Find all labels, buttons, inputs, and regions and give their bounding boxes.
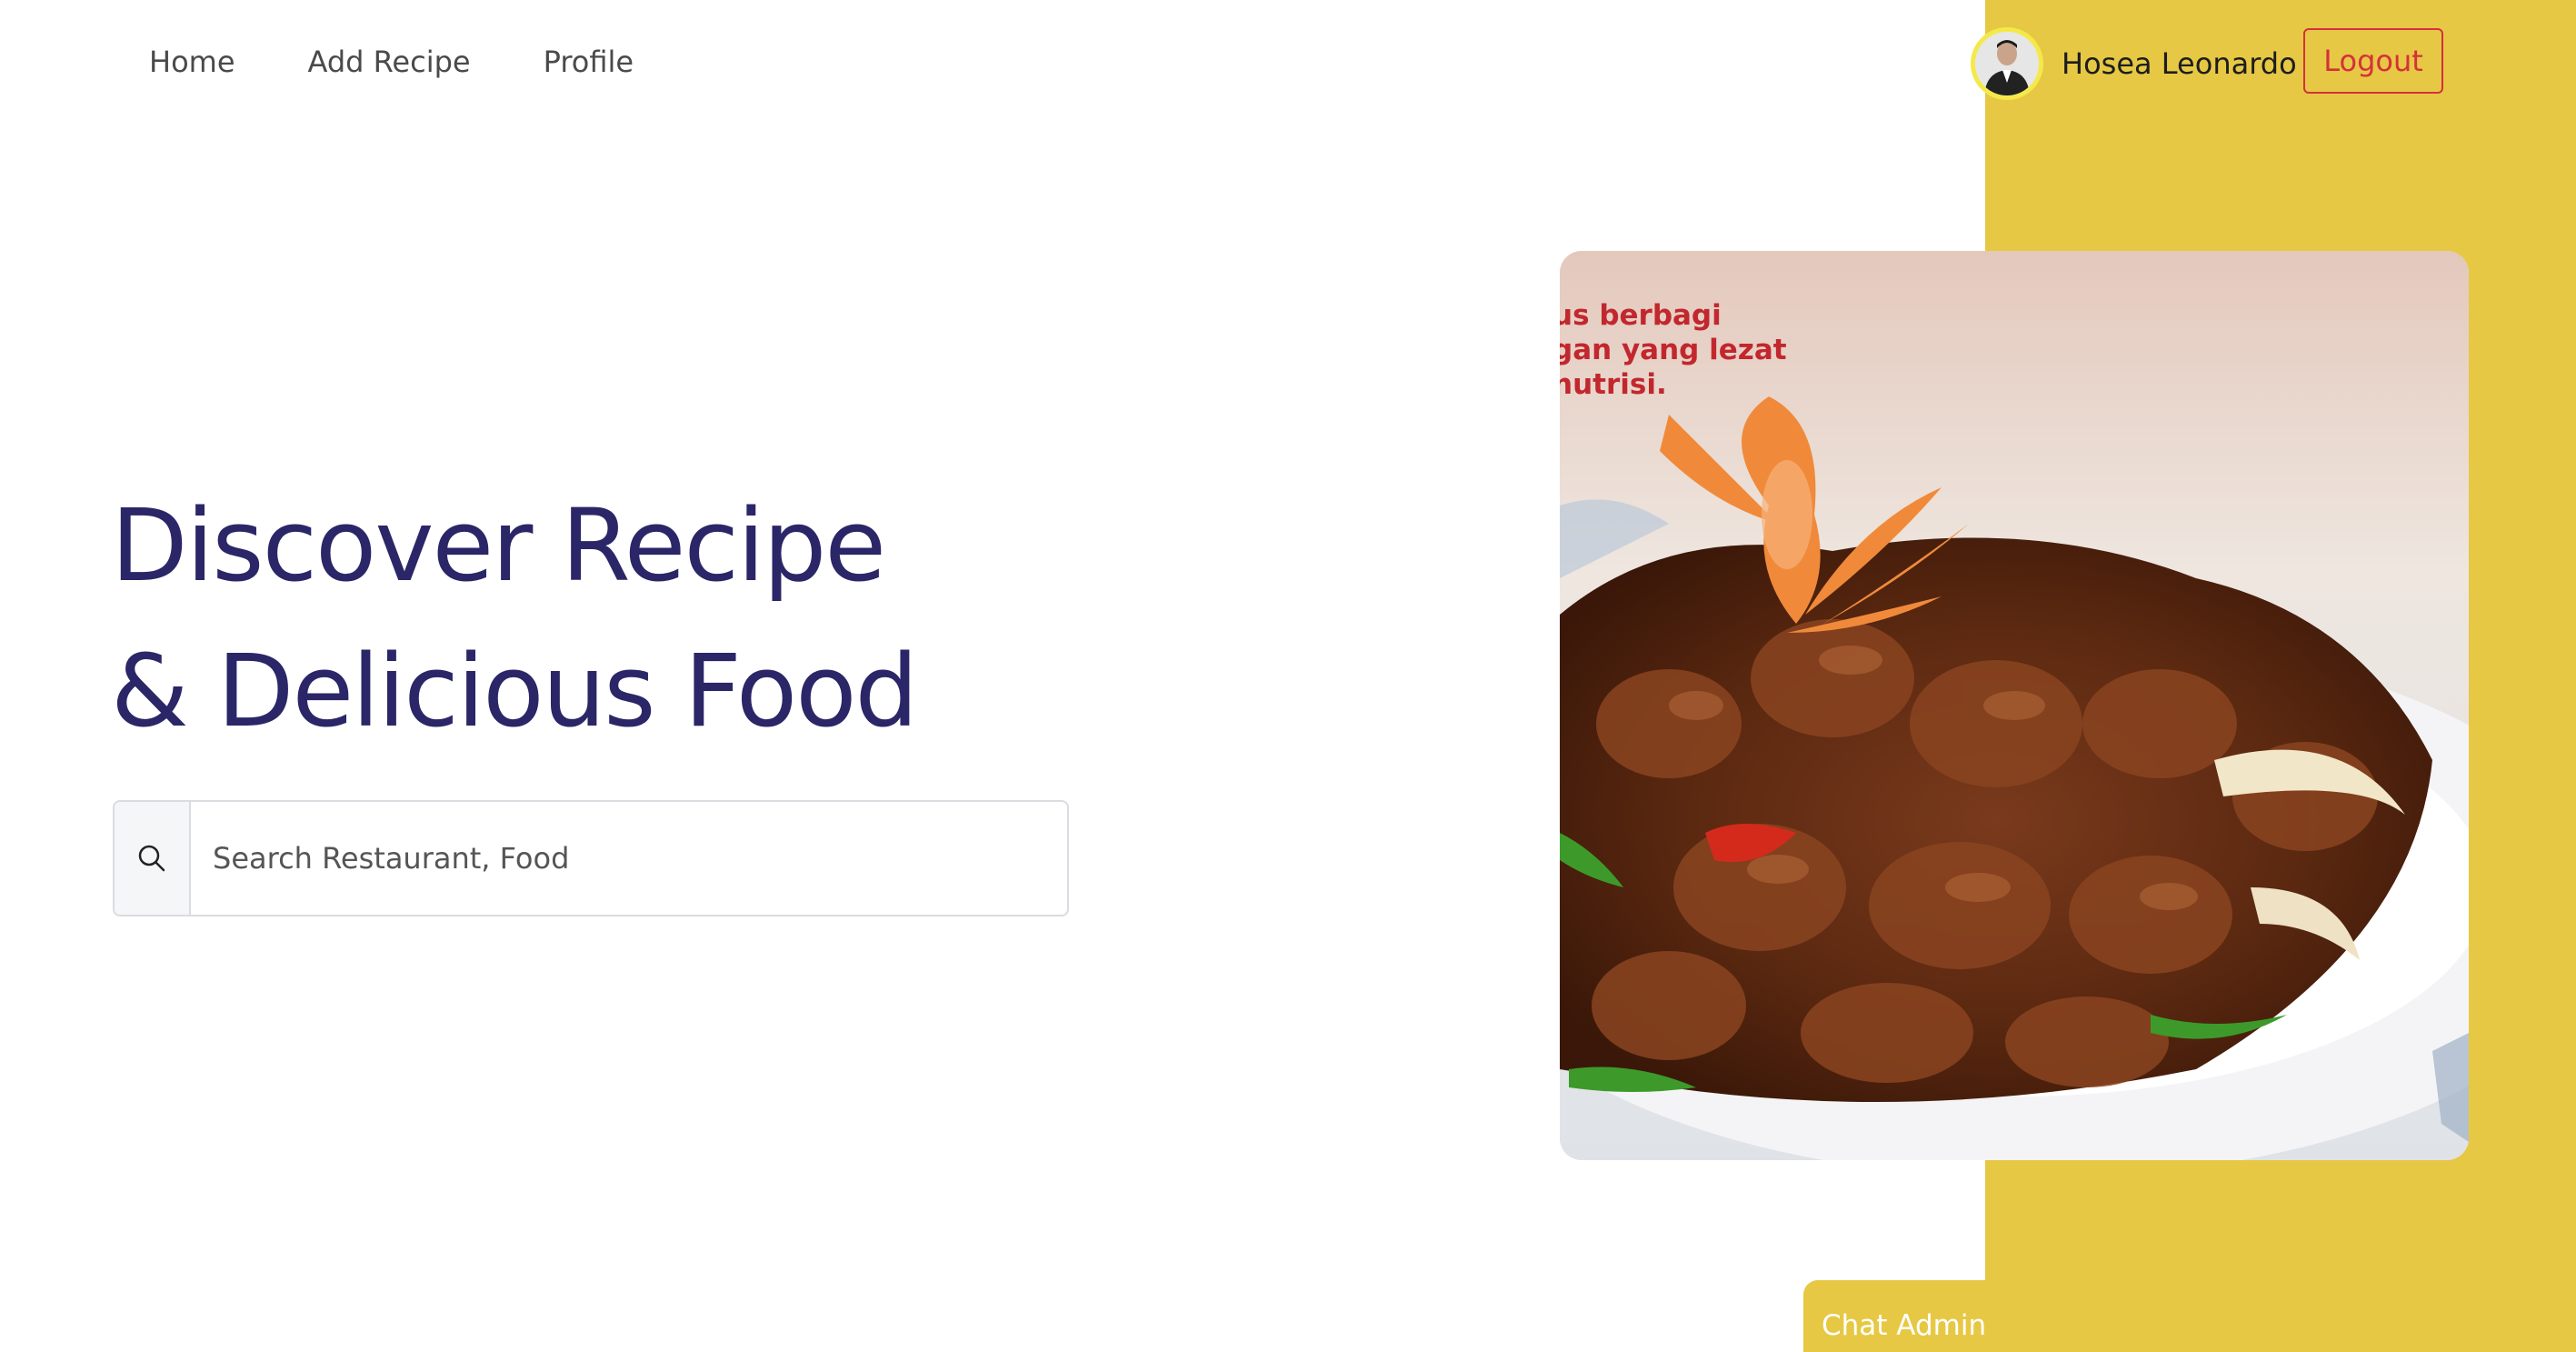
search-icon[interactable] (115, 802, 191, 915)
user-info: Hosea Leonardo (1971, 27, 2297, 100)
search-bar (113, 800, 1069, 916)
food-image: us berbagi gan yang lezat nutrisi. (1560, 251, 2469, 1160)
hero-title: Discover Recipe & Delicious Food (111, 473, 918, 764)
chat-admin-button[interactable]: Chat Admin (1803, 1280, 2040, 1352)
nav-home[interactable]: Home (149, 40, 235, 84)
hero-title-line-1: Discover Recipe (111, 487, 886, 604)
top-nav: Home Add Recipe Profile (149, 40, 706, 84)
hero-title-line-2: & Delicious Food (111, 633, 918, 749)
search-input[interactable] (191, 802, 1067, 915)
overlay-line-1: us berbagi (1560, 299, 1722, 332)
page: Home Add Recipe Profile Hosea Leonardo L… (0, 0, 2576, 1352)
nav-add-recipe[interactable]: Add Recipe (308, 40, 471, 84)
avatar[interactable] (1971, 27, 2043, 100)
logout-button[interactable]: Logout (2303, 28, 2443, 94)
overlay-line-2: gan yang lezat (1560, 334, 1787, 366)
nav-profile[interactable]: Profile (544, 40, 634, 84)
overlay-line-3: nutrisi. (1560, 368, 1667, 401)
image-overlay-text: us berbagi gan yang lezat nutrisi. (1560, 298, 1787, 402)
user-name: Hosea Leonardo (2062, 46, 2297, 81)
